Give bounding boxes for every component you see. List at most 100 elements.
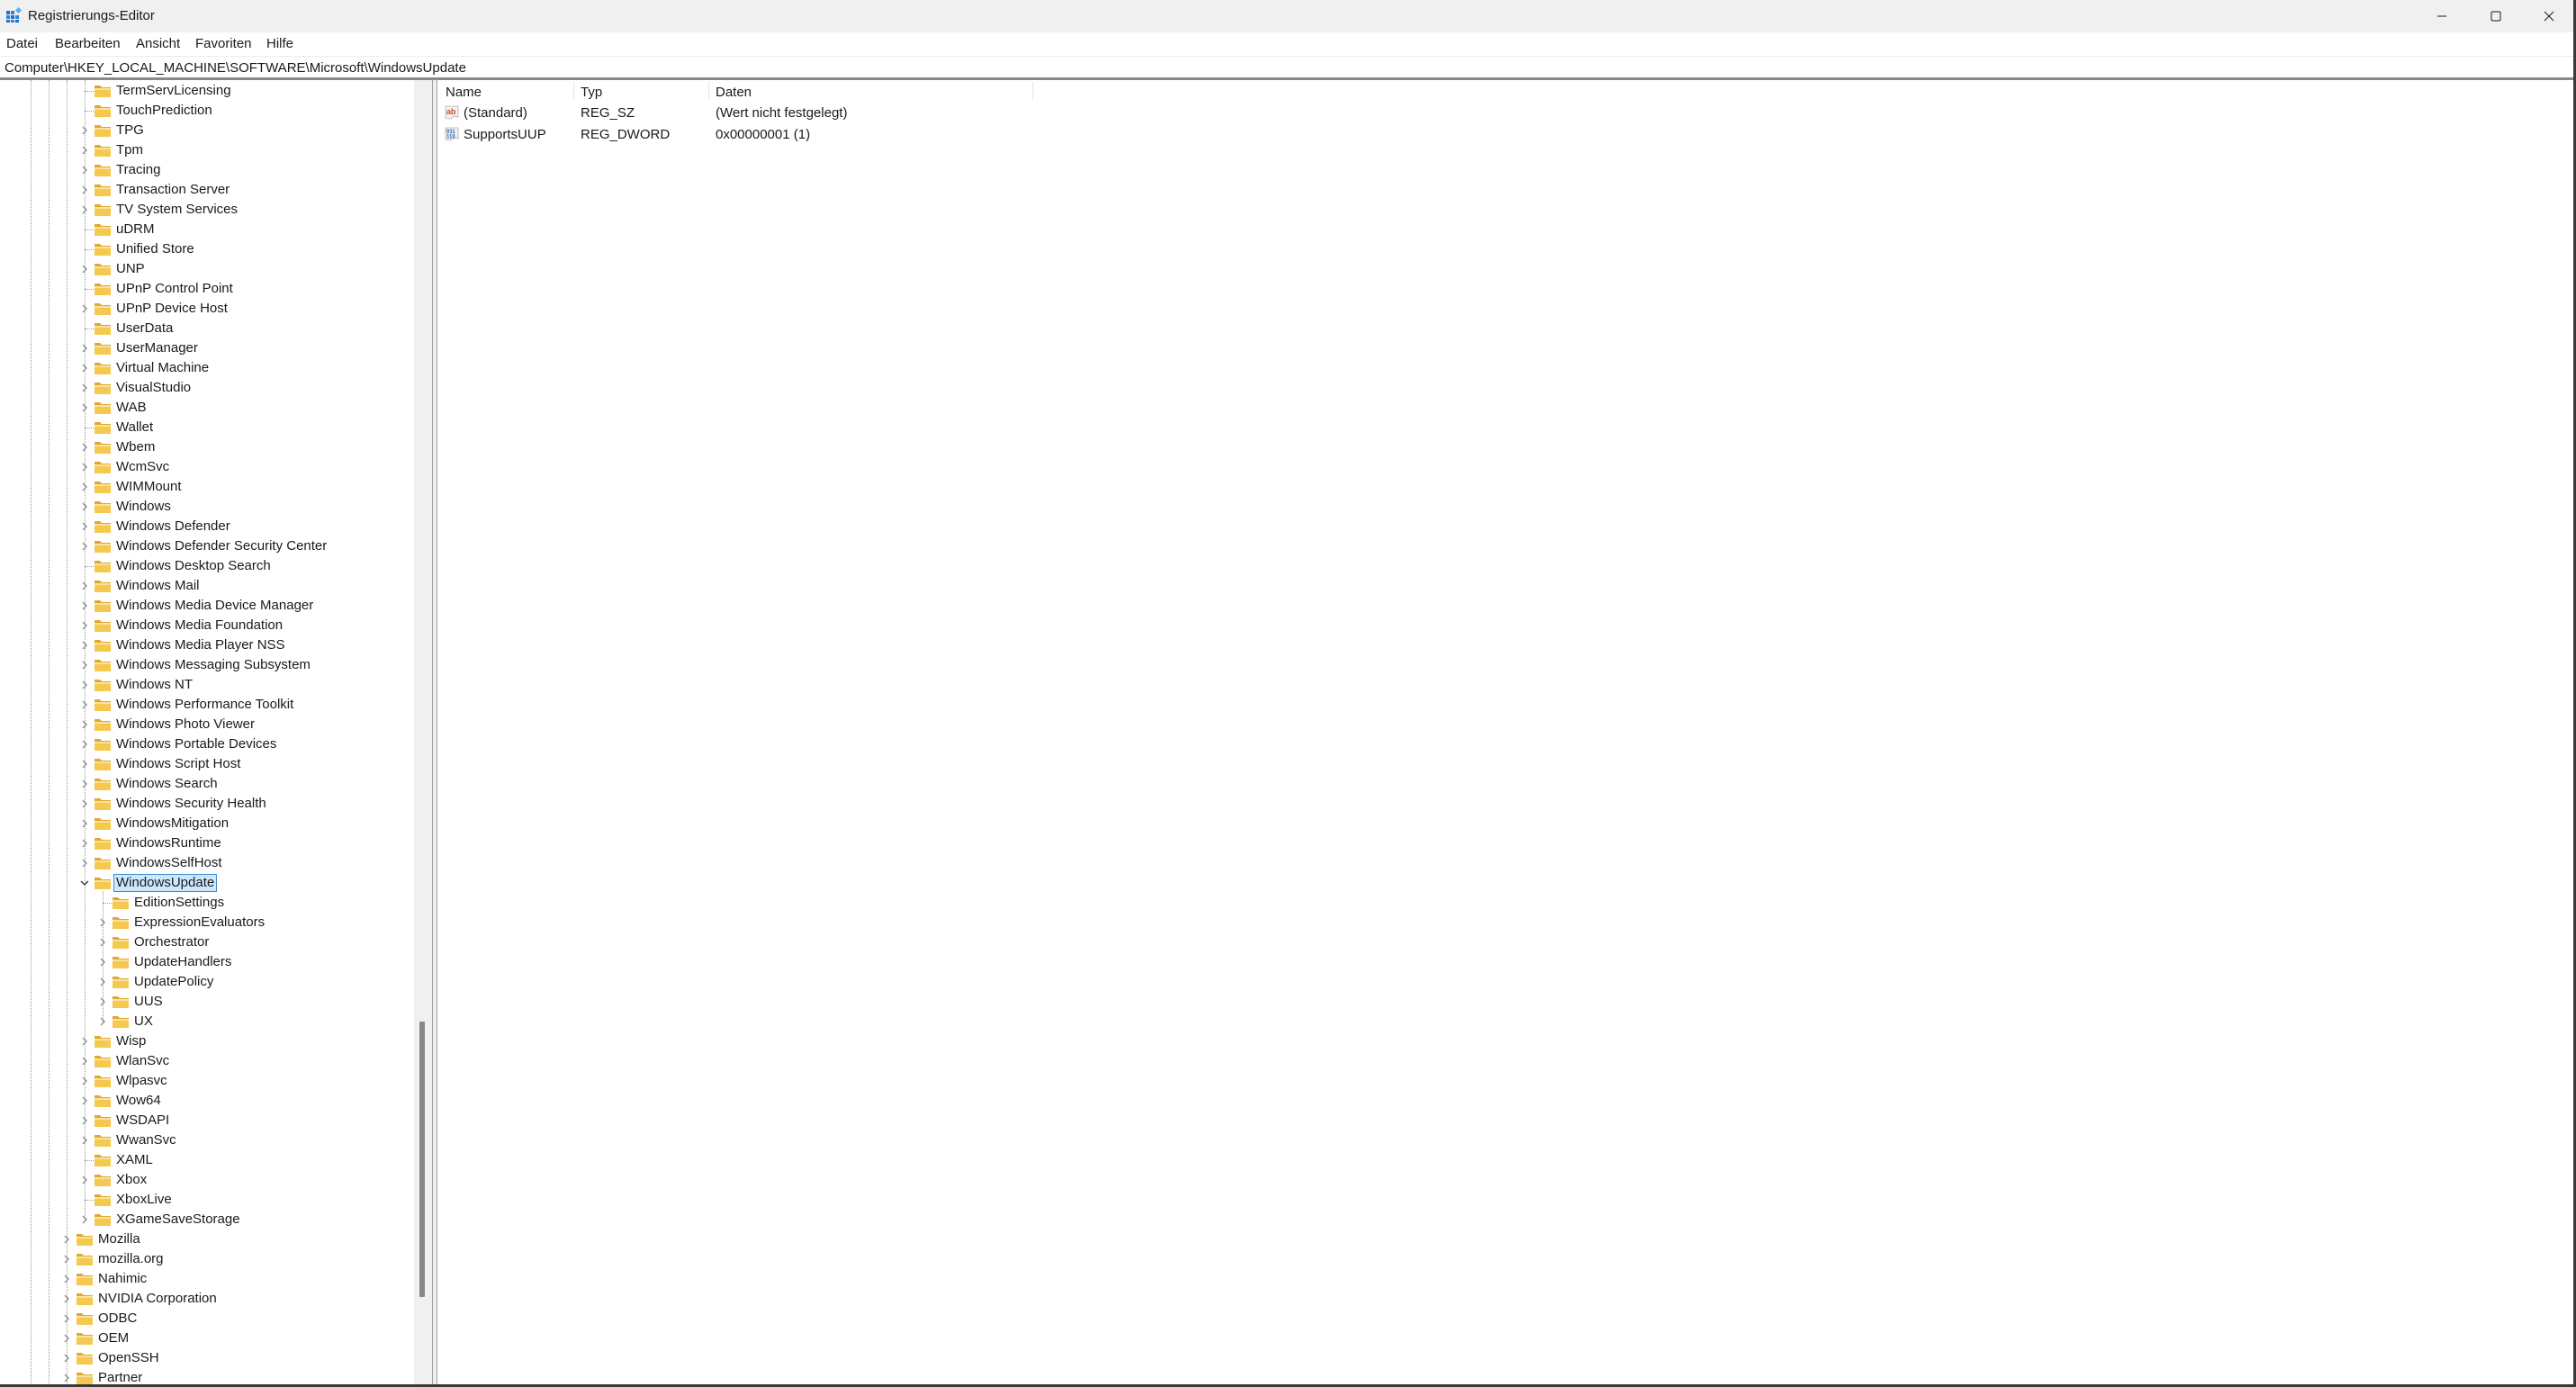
tree-item-label[interactable]: Tracing xyxy=(113,162,163,178)
chevron-right-icon[interactable] xyxy=(79,441,90,454)
tree-item-label[interactable]: Nahimic xyxy=(95,1271,149,1287)
chevron-right-icon[interactable] xyxy=(61,1312,72,1325)
tree-item-label[interactable]: TermServLicensing xyxy=(113,83,234,99)
tree-item-label[interactable]: uDRM xyxy=(113,221,158,238)
tree-item-label[interactable]: Wlpasvc xyxy=(113,1073,170,1089)
tree-item[interactable]: uDRM xyxy=(0,220,414,239)
chevron-right-icon[interactable] xyxy=(79,401,90,414)
tree-item-label[interactable]: Windows Desktop Search xyxy=(113,558,274,574)
tree-item[interactable]: Wisp xyxy=(0,1031,414,1051)
tree-item[interactable]: UUS xyxy=(0,992,414,1012)
tree-item[interactable]: WindowsMitigation xyxy=(0,814,414,833)
tree-item-label[interactable]: WindowsSelfHost xyxy=(113,855,225,871)
tree-item-label[interactable]: Tpm xyxy=(113,142,146,158)
column-header-data[interactable]: Daten xyxy=(708,80,1032,102)
tree-item-label[interactable]: WindowsMitigation xyxy=(113,815,231,832)
tree-item[interactable]: Transaction Server xyxy=(0,180,414,200)
tree-item[interactable]: Windows Performance Toolkit xyxy=(0,695,414,715)
tree-item-label[interactable]: Windows Portable Devices xyxy=(113,736,279,752)
tree-item[interactable]: TV System Services xyxy=(0,200,414,220)
tree-item[interactable]: Xbox xyxy=(0,1170,414,1190)
chevron-right-icon[interactable] xyxy=(79,817,90,830)
chevron-right-icon[interactable] xyxy=(79,302,90,315)
tree-item[interactable]: Windows Portable Devices xyxy=(0,734,414,754)
tree-item-label[interactable]: Wbem xyxy=(113,439,158,455)
tree-item-label[interactable]: Virtual Machine xyxy=(113,360,212,376)
tree-item-label[interactable]: Windows Photo Viewer xyxy=(113,716,257,733)
tree-item-label[interactable]: Windows Search xyxy=(113,776,221,792)
chevron-right-icon[interactable] xyxy=(79,738,90,751)
tree-item-label[interactable]: Windows Media Foundation xyxy=(113,617,285,634)
chevron-right-icon[interactable] xyxy=(97,995,108,1008)
tree-item[interactable]: Virtual Machine xyxy=(0,358,414,378)
tree-item[interactable]: Windows Defender Security Center xyxy=(0,536,414,556)
chevron-right-icon[interactable] xyxy=(79,639,90,652)
tree-item[interactable]: XAML xyxy=(0,1150,414,1170)
chevron-right-icon[interactable] xyxy=(79,1174,90,1186)
tree-item-label[interactable]: mozilla.org xyxy=(95,1251,167,1267)
tree-item-label[interactable]: Xbox xyxy=(113,1172,149,1188)
chevron-right-icon[interactable] xyxy=(79,659,90,671)
tree-item[interactable]: XGameSaveStorage xyxy=(0,1210,414,1229)
tree-item[interactable]: Wlpasvc xyxy=(0,1071,414,1091)
tree-item[interactable]: UNP xyxy=(0,259,414,279)
tree-item[interactable]: VisualStudio xyxy=(0,378,414,398)
tree-item-label[interactable]: OEM xyxy=(95,1330,131,1346)
tree-item-label[interactable]: Windows xyxy=(113,499,174,515)
tree-item-label[interactable]: Wow64 xyxy=(113,1093,164,1109)
tree-item[interactable]: Windows Search xyxy=(0,774,414,794)
maximize-button[interactable] xyxy=(2469,0,2523,32)
chevron-right-icon[interactable] xyxy=(79,461,90,473)
column-separator[interactable] xyxy=(1032,82,1033,100)
tree-item-label[interactable]: Wallet xyxy=(113,419,156,436)
tree-item[interactable]: ExpressionEvaluators xyxy=(0,913,414,932)
tree-item-label[interactable]: ExpressionEvaluators xyxy=(131,914,267,931)
tree-item[interactable]: mozilla.org xyxy=(0,1249,414,1269)
menu-bearbeiten[interactable]: Bearbeiten xyxy=(53,36,122,51)
chevron-right-icon[interactable] xyxy=(61,1273,72,1285)
tree-item-label[interactable]: Windows Media Device Manager xyxy=(113,598,316,614)
chevron-right-icon[interactable] xyxy=(79,758,90,770)
tree-item-label[interactable]: Orchestrator xyxy=(131,934,212,950)
column-header-name[interactable]: Name xyxy=(438,80,573,102)
tree-item[interactable]: Windows NT xyxy=(0,675,414,695)
chevron-right-icon[interactable] xyxy=(61,1352,72,1364)
tree-item-label[interactable]: OpenSSH xyxy=(95,1350,162,1366)
chevron-right-icon[interactable] xyxy=(61,1372,72,1384)
tree-item-label[interactable]: NVIDIA Corporation xyxy=(95,1291,220,1307)
tree-item-label[interactable]: Transaction Server xyxy=(113,182,232,198)
chevron-right-icon[interactable] xyxy=(79,481,90,493)
tree-item-label[interactable]: Unified Store xyxy=(113,241,197,257)
address-bar[interactable]: Computer\HKEY_LOCAL_MACHINE\SOFTWARE\Mic… xyxy=(0,56,2576,78)
tree-item[interactable]: WcmSvc xyxy=(0,457,414,477)
chevron-right-icon[interactable] xyxy=(61,1292,72,1305)
tree-item[interactable]: OpenSSH xyxy=(0,1348,414,1368)
chevron-right-icon[interactable] xyxy=(97,1015,108,1028)
tree-item[interactable]: Wbem xyxy=(0,437,414,457)
tree-item-label[interactable]: WcmSvc xyxy=(113,459,172,475)
tree-item[interactable]: WwanSvc xyxy=(0,1130,414,1150)
tree-item[interactable]: OEM xyxy=(0,1328,414,1348)
menu-hilfe[interactable]: Hilfe xyxy=(265,36,295,51)
tree-item[interactable]: WSDAPI xyxy=(0,1111,414,1130)
key-tree[interactable]: TermServLicensing TouchPrediction TPG Tpm Tr… xyxy=(0,80,414,1385)
chevron-right-icon[interactable] xyxy=(61,1233,72,1246)
tree-item[interactable]: UpdatePolicy xyxy=(0,972,414,992)
chevron-right-icon[interactable] xyxy=(79,1094,90,1107)
address-path[interactable]: Computer\HKEY_LOCAL_MACHINE\SOFTWARE\Mic… xyxy=(5,60,466,76)
chevron-right-icon[interactable] xyxy=(79,124,90,137)
chevron-right-icon[interactable] xyxy=(79,580,90,592)
tree-item-label[interactable]: Partner xyxy=(95,1370,145,1385)
tree-item[interactable]: Partner xyxy=(0,1368,414,1385)
tree-item-label[interactable]: WlanSvc xyxy=(113,1053,172,1069)
chevron-right-icon[interactable] xyxy=(79,342,90,355)
tree-item-label[interactable]: WwanSvc xyxy=(113,1132,179,1148)
tree-item-label[interactable]: UX xyxy=(131,1013,156,1030)
chevron-down-icon[interactable] xyxy=(79,877,90,889)
chevron-right-icon[interactable] xyxy=(79,718,90,731)
pane-splitter[interactable] xyxy=(432,80,437,1385)
chevron-right-icon[interactable] xyxy=(79,164,90,176)
tree-item[interactable]: Windows Security Health xyxy=(0,794,414,814)
chevron-right-icon[interactable] xyxy=(79,1134,90,1147)
close-button[interactable] xyxy=(2522,0,2576,32)
